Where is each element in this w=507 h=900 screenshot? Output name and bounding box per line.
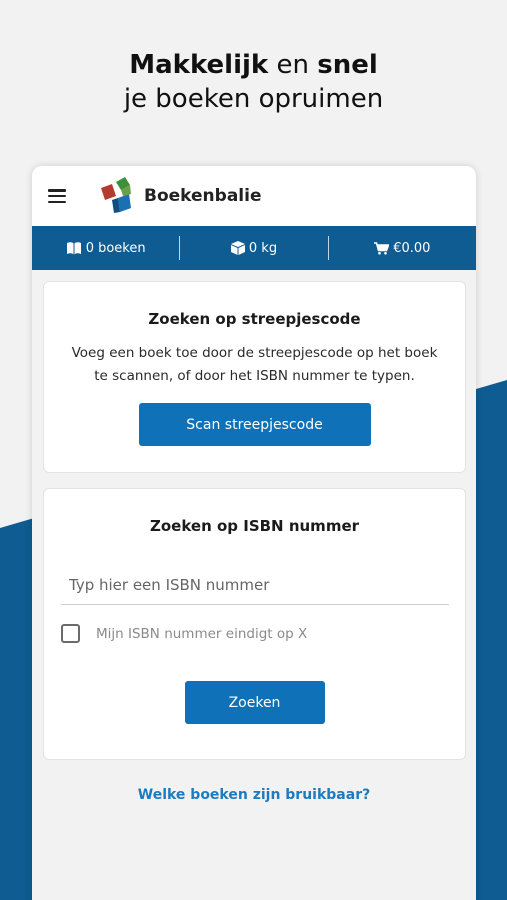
hamburger-menu-icon[interactable]: [48, 189, 66, 203]
isbn-search-card: Zoeken op ISBN nummer Mijn ISBN nummer e…: [43, 488, 466, 760]
brand-name: Boekenbalie: [144, 186, 262, 206]
isbn-ends-with-x-checkbox[interactable]: [61, 624, 80, 643]
scan-barcode-button[interactable]: Scan streepjescode: [138, 403, 371, 446]
headline-bold-2: snel: [317, 50, 378, 80]
barcode-card-title: Zoeken op streepjescode: [148, 310, 361, 328]
boekenbalie-logo-icon: [101, 177, 131, 213]
box-icon: [230, 241, 245, 255]
cart-icon: [374, 241, 390, 254]
search-button[interactable]: Zoeken: [184, 681, 325, 724]
barcode-card-description: Voeg een boek toe door de streepjescode …: [71, 345, 438, 384]
isbn-ends-with-x-label[interactable]: Mijn ISBN nummer eindigt op X: [96, 626, 307, 642]
books-count: 0 boeken: [32, 241, 179, 256]
status-bar: 0 boeken 0 kg €0.00: [32, 226, 476, 270]
headline-mid: en: [276, 50, 309, 80]
headline: Makkelijk en snel je boeken opruimen: [0, 48, 507, 116]
cart-price-label: €0.00: [393, 240, 431, 256]
books-count-label: 0 boeken: [85, 240, 146, 256]
isbn-input[interactable]: [61, 565, 449, 605]
book-icon: [66, 241, 81, 254]
headline-line-2: je boeken opruimen: [123, 84, 384, 114]
barcode-search-card: Zoeken op streepjescode Voeg een boek to…: [43, 281, 466, 473]
headline-bold-1: Makkelijk: [129, 50, 269, 80]
weight-total: 0 kg: [180, 241, 327, 256]
cart-total[interactable]: €0.00: [329, 241, 476, 256]
app-bar: Boekenbalie: [32, 166, 476, 226]
usable-books-link[interactable]: Welke boeken zijn bruikbaar?: [32, 787, 476, 803]
app-screen: Boekenbalie 0 boeken 0 kg €0.00 Zoeken o…: [32, 166, 476, 900]
isbn-card-title: Zoeken op ISBN nummer: [149, 517, 360, 535]
weight-label: 0 kg: [248, 240, 278, 256]
isbn-x-option: Mijn ISBN nummer eindigt op X: [61, 624, 465, 643]
